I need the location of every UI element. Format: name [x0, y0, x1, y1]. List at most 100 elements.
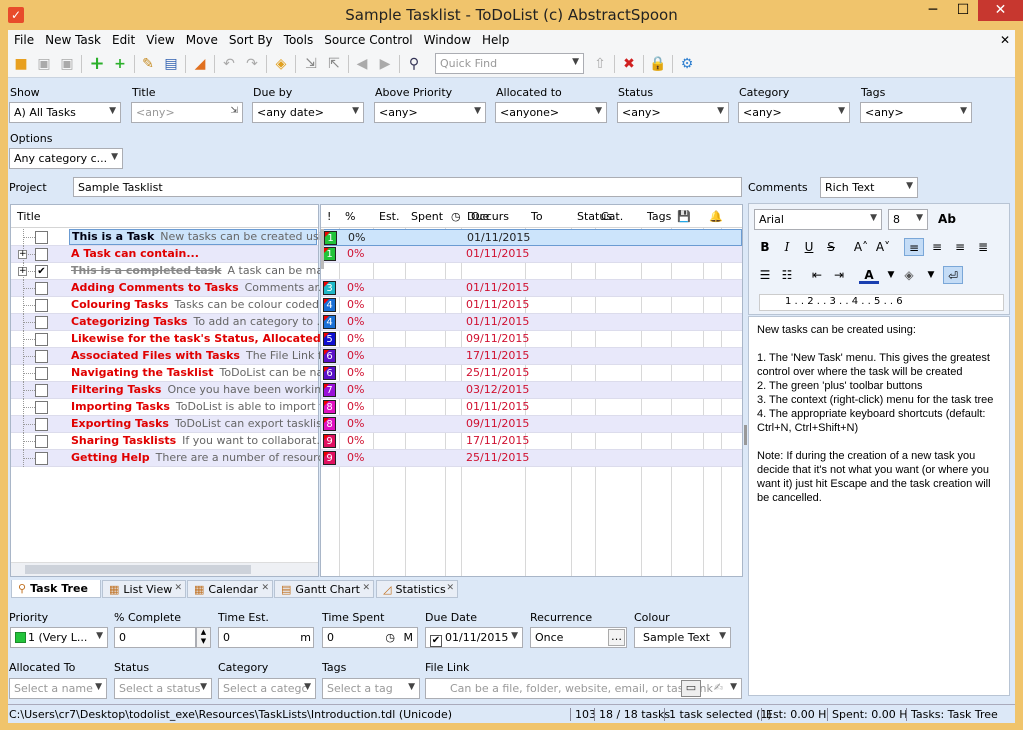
settings-gear-icon[interactable]: ⚙: [678, 55, 696, 73]
column-header[interactable]: Occurs: [471, 210, 509, 223]
find-icon[interactable]: ⚲: [405, 55, 423, 73]
tab-gantt-chart[interactable]: ▤ Gantt Chart ✕: [274, 580, 374, 598]
task-title[interactable]: Categorizing Tasks: [71, 315, 187, 328]
tab-statistics[interactable]: ◿ Statistics ✕: [376, 580, 458, 598]
column-header[interactable]: ◷: [451, 210, 461, 223]
scrollbar-thumb[interactable]: [25, 565, 251, 574]
task-title[interactable]: Filtering Tasks: [71, 383, 161, 396]
close-tab-icon[interactable]: ✕: [362, 583, 370, 593]
text-color-icon[interactable]: A: [859, 266, 879, 284]
task-title[interactable]: Exporting Tasks: [71, 417, 169, 430]
bullet-list-icon[interactable]: ☰: [755, 266, 775, 284]
task-checkbox[interactable]: [35, 248, 48, 261]
title-filter-select[interactable]: <any> ⇲: [131, 102, 243, 123]
justify-icon[interactable]: ≣: [973, 238, 993, 256]
task-title[interactable]: Getting Help: [71, 451, 150, 464]
grow-font-icon[interactable]: A˄: [851, 238, 871, 256]
task-checkbox[interactable]: [35, 367, 48, 380]
file-link-input[interactable]: Can be a file, folder, website, email, o…: [425, 678, 742, 699]
due-date-picker[interactable]: ✔ 01/11/2015 ▼: [425, 627, 523, 648]
menu-source-control[interactable]: Source Control: [324, 33, 412, 47]
strikethrough-icon[interactable]: S: [821, 238, 841, 256]
priority-badge[interactable]: 8: [323, 400, 336, 414]
undo-icon[interactable]: ↶: [220, 55, 238, 73]
word-wrap-icon[interactable]: ⏎: [943, 266, 963, 284]
task-checkbox[interactable]: [35, 282, 48, 295]
status-filter-select[interactable]: <any> ▼: [617, 102, 729, 123]
priority-badge[interactable]: 1: [324, 231, 337, 245]
task-list-row[interactable]: 9 0% 17/11/2015: [321, 433, 742, 450]
task-list-row[interactable]: 1 0% 01/11/2015: [321, 229, 742, 246]
task-tree-row[interactable]: Navigating the Tasklist ToDoList can be n…: [11, 365, 334, 382]
task-checkbox[interactable]: [35, 299, 48, 312]
column-header[interactable]: Cat.: [601, 210, 623, 223]
menu-new-task[interactable]: New Task: [45, 33, 101, 47]
task-title[interactable]: Navigating the Tasklist: [71, 366, 214, 379]
task-title[interactable]: A Task can contain...: [71, 247, 199, 260]
italic-icon[interactable]: I: [777, 238, 797, 256]
comments-editor[interactable]: New tasks can be created using: 1. The 'N…: [748, 316, 1010, 696]
bold-icon[interactable]: B: [755, 238, 775, 256]
close-document-icon[interactable]: ✕: [1000, 33, 1010, 47]
task-checkbox[interactable]: [35, 231, 48, 244]
task-title[interactable]: Colouring Tasks: [71, 298, 168, 311]
align-center-icon[interactable]: ≡: [927, 238, 947, 256]
column-header[interactable]: 💾: [677, 210, 691, 223]
task-list-row[interactable]: 7 0% 03/12/2015: [321, 382, 742, 399]
comments-format-select[interactable]: Rich Text ▼: [820, 177, 918, 198]
menu-sort-by[interactable]: Sort By: [229, 33, 273, 47]
numbered-list-icon[interactable]: ☷: [777, 266, 797, 284]
project-name-input[interactable]: Sample Tasklist: [73, 177, 742, 197]
task-tree-row[interactable]: Getting Help There are a number of resour…: [11, 450, 334, 467]
priority-select[interactable]: 1 (Very L... ▼: [10, 627, 108, 648]
task-list-row[interactable]: 1 0% 01/11/2015: [321, 246, 742, 263]
category-filter-select[interactable]: <any> ▼: [738, 102, 850, 123]
highlight-color-icon[interactable]: ◈: [899, 266, 919, 284]
open-link-icon[interactable]: ✍: [714, 681, 723, 694]
column-header-title[interactable]: Title: [17, 210, 41, 223]
align-left-icon[interactable]: ≡: [904, 238, 924, 256]
chevron-down-icon[interactable]: ▼: [881, 266, 901, 284]
chevron-down-icon[interactable]: ▼: [921, 266, 941, 284]
horizontal-scrollbar[interactable]: [11, 562, 318, 576]
column-header[interactable]: Spent: [411, 210, 443, 223]
maximize-view-icon[interactable]: ◈: [272, 55, 290, 73]
move-down-icon[interactable]: ⇲: [302, 55, 320, 73]
priority-badge[interactable]: 1: [323, 247, 336, 261]
task-tree-row[interactable]: + A Task can contain...: [11, 246, 318, 263]
task-list-row[interactable]: 8 0% 09/11/2015: [321, 416, 742, 433]
lock-icon[interactable]: 🔒: [649, 55, 667, 73]
delete-icon[interactable]: ✖: [620, 55, 638, 73]
priority-badge[interactable]: 9: [323, 434, 336, 448]
task-checkbox[interactable]: [35, 333, 48, 346]
due-date-checkbox[interactable]: ✔: [430, 635, 442, 647]
close-tab-icon[interactable]: ✕: [174, 583, 182, 593]
task-tree-row[interactable]: Adding Comments to Tasks Comments ar...: [11, 280, 329, 297]
task-list-row[interactable]: 4 0% 01/11/2015: [321, 314, 742, 331]
tab-calendar[interactable]: ▦ Calendar ✕: [187, 580, 273, 598]
redo-icon[interactable]: ↷: [243, 55, 261, 73]
priority-badge[interactable]: 3: [323, 281, 336, 295]
column-header[interactable]: Est.: [379, 210, 400, 223]
task-checkbox[interactable]: [35, 418, 48, 431]
time-est-unit-select[interactable]: m: [300, 631, 311, 644]
task-checkbox[interactable]: [35, 435, 48, 448]
menu-edit[interactable]: Edit: [112, 33, 135, 47]
task-list-row[interactable]: 3 0% 01/11/2015: [321, 280, 742, 297]
back-icon[interactable]: ◀: [353, 55, 371, 73]
show-filter-select[interactable]: A) All Tasks ▼: [9, 102, 121, 123]
open-icon[interactable]: ■: [12, 55, 30, 73]
tags-filter-select[interactable]: <any> ▼: [860, 102, 972, 123]
splitter[interactable]: [321, 229, 324, 269]
recurrence-options-button[interactable]: …: [608, 629, 625, 646]
font-size-select[interactable]: 8 ▼: [888, 209, 928, 230]
column-header[interactable]: To: [531, 210, 543, 223]
task-checkbox[interactable]: [35, 384, 48, 397]
expand-icon[interactable]: +: [18, 267, 27, 276]
minimize-button[interactable]: ─: [918, 0, 948, 21]
task-tree-row[interactable]: Likewise for the task's Status, Allocate…: [11, 331, 342, 348]
task-checkbox[interactable]: [35, 401, 48, 414]
menu-file[interactable]: File: [14, 33, 34, 47]
panel-splitter[interactable]: [744, 425, 747, 445]
task-tree-row[interactable]: Exporting Tasks ToDoList can export taskl…: [11, 416, 332, 433]
